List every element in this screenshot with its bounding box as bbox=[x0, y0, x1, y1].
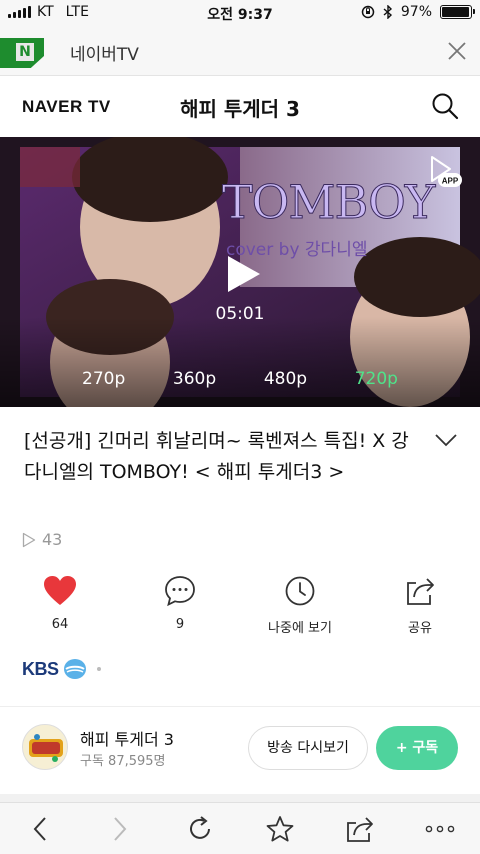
quality-option-720p[interactable]: 720p bbox=[355, 369, 398, 389]
browser-header: N 네이버TV bbox=[0, 26, 480, 76]
dot-separator bbox=[96, 667, 101, 671]
kbs-symbol-icon bbox=[63, 659, 86, 679]
page-title: 해피 투게더 3 bbox=[180, 97, 300, 121]
quality-option-480p[interactable]: 480p bbox=[264, 369, 307, 389]
share-label: 공유 bbox=[408, 621, 432, 636]
tv-header: NAVER TV 해피 투게더 3 bbox=[0, 77, 480, 137]
play-icon[interactable] bbox=[226, 254, 262, 294]
battery-icon bbox=[440, 5, 475, 19]
svg-text:APP: APP bbox=[442, 177, 459, 186]
forward-icon bbox=[114, 816, 127, 841]
quality-selector: 270p 360p 480p 720p bbox=[0, 369, 480, 389]
quality-option-270p[interactable]: 270p bbox=[82, 369, 125, 389]
share-button[interactable]: 공유 bbox=[360, 575, 480, 636]
bluetooth-icon bbox=[383, 5, 392, 19]
watch-later-button[interactable]: 나중에 보기 bbox=[240, 575, 360, 636]
more-icon bbox=[425, 825, 455, 832]
quality-option-360p[interactable]: 360p bbox=[173, 369, 216, 389]
comment-icon bbox=[165, 576, 195, 607]
like-button[interactable]: 64 bbox=[0, 575, 120, 636]
browser-toolbar bbox=[0, 802, 480, 854]
browser-title: 네이버TV bbox=[70, 45, 139, 65]
heart-icon bbox=[44, 576, 76, 605]
section-separator bbox=[0, 794, 480, 802]
orientation-lock-icon bbox=[361, 5, 375, 19]
toolbar-share-button[interactable] bbox=[345, 814, 375, 844]
more-button[interactable] bbox=[425, 814, 455, 844]
refresh-button[interactable] bbox=[185, 814, 215, 844]
video-duration: 05:01 bbox=[215, 304, 265, 324]
channel-avatar[interactable] bbox=[22, 724, 68, 770]
clip-title: [선공개] 긴머리 휘날리며~ 록벤져스 특집! X 강 다니엘의 TOMBOY… bbox=[24, 430, 409, 483]
video-player[interactable]: TOMBOY cover by 강다니엘 APP 05:01 270p 360p… bbox=[0, 137, 480, 407]
chevron-down-icon[interactable] bbox=[434, 432, 458, 448]
channel-row: 해피 투게더 3 구독 87,595명 방송 다시보기 + 구독 bbox=[0, 720, 480, 780]
subscribe-button[interactable]: + 구독 bbox=[376, 726, 458, 770]
search-icon[interactable] bbox=[430, 91, 460, 121]
channel-name[interactable]: 해피 투게더 3 bbox=[80, 726, 174, 750]
naver-app-logo[interactable]: N bbox=[0, 38, 44, 68]
view-count-value: 43 bbox=[42, 530, 63, 549]
broadcaster-logo[interactable]: KBS bbox=[22, 658, 101, 680]
bookmark-button[interactable] bbox=[265, 814, 295, 844]
bookmark-star-icon bbox=[266, 815, 294, 841]
like-count: 64 bbox=[51, 617, 69, 632]
comment-count: 9 bbox=[175, 617, 185, 632]
share-icon bbox=[347, 816, 373, 842]
battery-percent: 97% bbox=[400, 4, 432, 20]
status-bar: KT LTE 오전 9:37 97% bbox=[0, 0, 480, 26]
play-count-icon bbox=[22, 532, 36, 547]
back-button[interactable] bbox=[25, 814, 55, 844]
back-icon bbox=[33, 816, 46, 841]
replay-broadcast-button[interactable]: 방송 다시보기 bbox=[248, 726, 368, 770]
watch-later-label: 나중에 보기 bbox=[268, 621, 332, 636]
close-icon[interactable] bbox=[446, 40, 468, 62]
subscriber-count: 구독 87,595명 bbox=[80, 754, 166, 769]
broadcaster-name: KBS bbox=[22, 658, 59, 679]
video-overlay-title: TOMBOY bbox=[221, 175, 435, 230]
open-in-app-icon[interactable]: APP bbox=[428, 155, 462, 191]
forward-button[interactable] bbox=[105, 814, 135, 844]
refresh-icon bbox=[190, 815, 210, 839]
view-count: 43 bbox=[22, 530, 62, 549]
clock-icon bbox=[285, 576, 315, 606]
comment-button[interactable]: 9 bbox=[120, 575, 240, 636]
divider bbox=[0, 706, 480, 707]
action-bar: 64 9 나중에 보기 공유 bbox=[0, 575, 480, 636]
share-icon bbox=[407, 578, 434, 605]
